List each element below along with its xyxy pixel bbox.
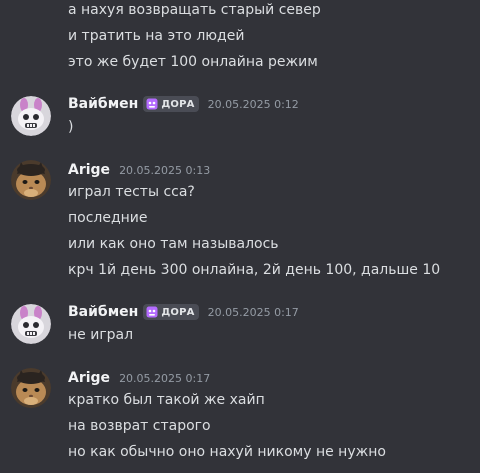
username[interactable]: Arige — [68, 370, 110, 386]
chat-message-list: а нахуя возвращать старый север и тратит… — [0, 0, 480, 473]
cat-photo-avatar-icon — [11, 368, 51, 408]
timestamp[interactable]: 20.05.2025 0:17 — [119, 372, 210, 385]
clan-tag-label: ДОРА — [161, 306, 195, 318]
cartoon-bunny-avatar-icon — [11, 304, 51, 344]
clan-tag[interactable]: ДОРА — [143, 96, 199, 112]
timestamp[interactable]: 20.05.2025 0:12 — [208, 98, 299, 111]
message-header: Arige 20.05.2025 0:17 — [68, 368, 210, 388]
message-header: Вайбмен ДОРА 20.05.2025 0:12 — [68, 94, 299, 114]
avatar-bunny[interactable] — [11, 304, 51, 344]
message-line: или как оно там называлось — [68, 236, 279, 252]
clan-badge-icon — [146, 306, 158, 318]
message-line: играл тесты сса? — [68, 184, 195, 200]
message-header: Arige 20.05.2025 0:13 — [68, 160, 210, 180]
username[interactable]: Вайбмен — [68, 96, 138, 112]
message-header: Вайбмен ДОРА 20.05.2025 0:17 — [68, 302, 299, 322]
avatar-cat[interactable] — [11, 368, 51, 408]
message-line: последние — [68, 210, 148, 226]
timestamp[interactable]: 20.05.2025 0:17 — [208, 306, 299, 319]
avatar-cat[interactable] — [11, 160, 51, 200]
avatar-bunny[interactable] — [11, 96, 51, 136]
username[interactable]: Вайбмен — [68, 304, 138, 320]
cat-photo-avatar-icon — [11, 160, 51, 200]
clan-tag[interactable]: ДОРА — [143, 304, 199, 320]
message-line: это же будет 100 онлайна режим — [68, 54, 318, 70]
cartoon-bunny-avatar-icon — [11, 96, 51, 136]
message-line: и тратить на это людей — [68, 28, 245, 44]
message-line: не играл — [68, 327, 134, 343]
message-line: а нахуя возвращать старый север — [68, 2, 321, 18]
timestamp[interactable]: 20.05.2025 0:13 — [119, 164, 210, 177]
message-line: ) — [68, 119, 74, 135]
username[interactable]: Arige — [68, 162, 110, 178]
message-line: на возврат старого — [68, 418, 211, 434]
clan-tag-label: ДОРА — [161, 98, 195, 110]
message-line: кратко был такой же хайп — [68, 392, 265, 408]
message-line: крч 1й день 300 онлайна, 2й день 100, да… — [68, 262, 441, 278]
clan-badge-icon — [146, 98, 158, 110]
message-line: но как обычно оно нахуй никому не нужно — [68, 444, 386, 460]
